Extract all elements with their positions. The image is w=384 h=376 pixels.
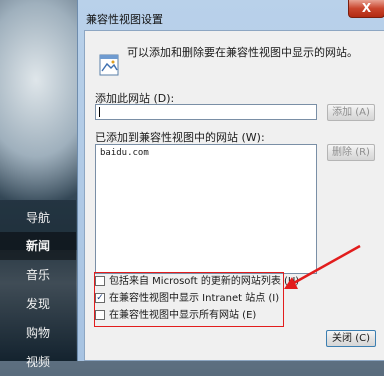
dialog-title: 兼容性视图设置 (86, 13, 163, 26)
nav-item-4[interactable]: 购物 (0, 319, 76, 347)
add-button[interactable]: 添加 (A) (327, 104, 375, 121)
checkbox-all-sites[interactable] (95, 310, 105, 320)
nav-item-2[interactable]: 音乐 (0, 261, 76, 289)
background-nav: 导航 新闻 音乐 发现 购物 视频 (0, 200, 76, 369)
nav-item-0[interactable]: 导航 (0, 204, 76, 232)
site-list-item[interactable]: baidu.com (100, 148, 312, 158)
remove-button[interactable]: 删除 (R) (327, 144, 375, 161)
nav-item-5[interactable]: 视频 (0, 348, 76, 376)
text-caret (99, 107, 100, 117)
checkbox-microsoft-list[interactable] (95, 276, 105, 286)
webpage-icon (99, 54, 119, 76)
title-close-button[interactable]: X (348, 0, 384, 18)
nav-item-3[interactable]: 发现 (0, 290, 76, 318)
site-listbox[interactable]: baidu.com (95, 144, 317, 274)
dialog-client-area: 可以添加和删除要在兼容性视图中显示的网站。 添加此网站 (D): 添加 (A) … (84, 30, 384, 361)
add-site-input[interactable] (95, 104, 317, 120)
close-button[interactable]: 关闭 (C) (326, 330, 376, 347)
checkbox-intranet-label: 在兼容性视图中显示 Intranet 站点 (I) (109, 293, 280, 304)
site-list-label: 已添加到兼容性视图中的网站 (W): (95, 131, 265, 144)
info-text: 可以添加和删除要在兼容性视图中显示的网站。 (127, 46, 358, 59)
checkbox-all-sites-label: 在兼容性视图中显示所有网站 (E) (109, 310, 257, 321)
compat-view-dialog: 兼容性视图设置 X 可以添加和删除要在兼容性视图中显示的网站。 添加此网站 (D… (77, 0, 384, 361)
checkbox-microsoft-list-label: 包括来自 Microsoft 的更新的网站列表 (U) (109, 276, 300, 287)
nav-item-1[interactable]: 新闻 (0, 232, 76, 260)
checkbox-intranet[interactable]: ✓ (95, 293, 105, 303)
